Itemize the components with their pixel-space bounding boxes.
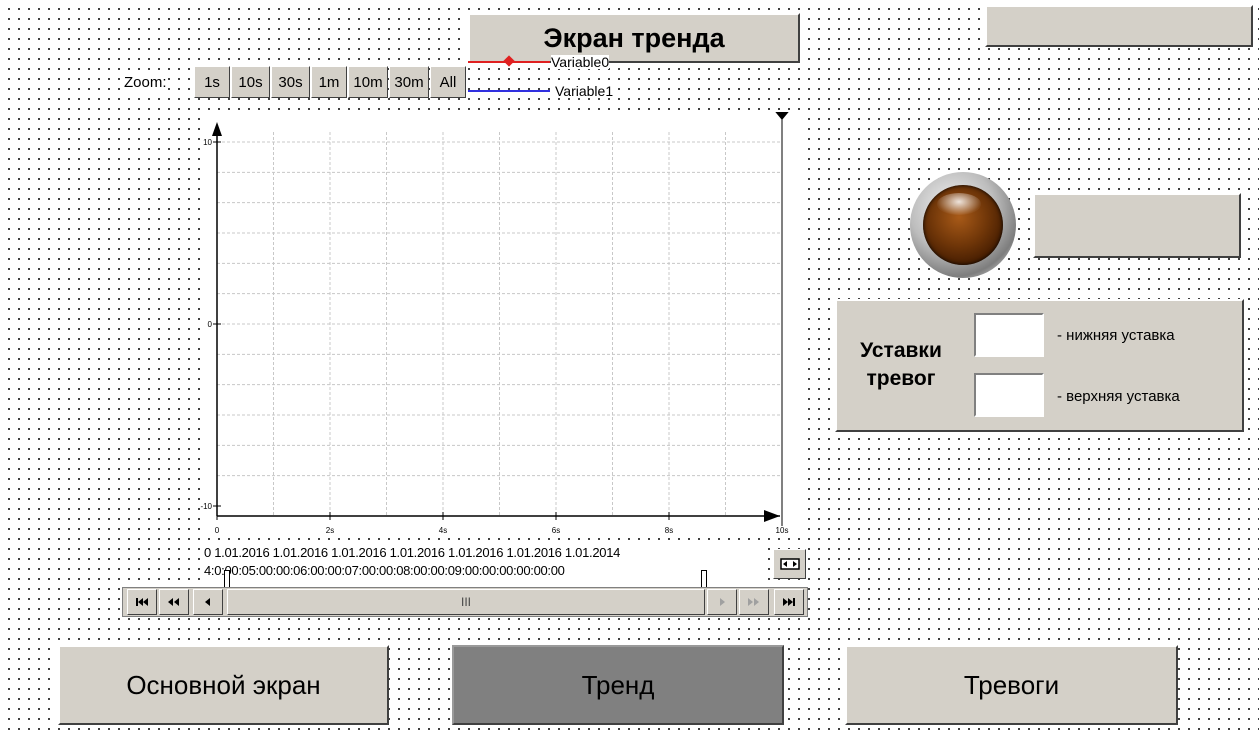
upper-setpoint-field[interactable] [974, 373, 1044, 417]
step-forward-icon[interactable] [707, 589, 737, 615]
alarms-button[interactable]: Тревоги [845, 645, 1178, 725]
zoom-10s-button[interactable]: 10s [231, 66, 270, 98]
alarm-setpoints-panel: Уставки тревог - нижняя уставка - верхня… [835, 299, 1244, 432]
alarm-setpoints-title: Уставки тревог [843, 337, 959, 393]
zoom-1s-button[interactable]: 1s [194, 66, 230, 98]
legend-label-variable0: Variable0 [551, 54, 610, 70]
zoom-10m-button[interactable]: 10m [348, 66, 388, 98]
trend-chart-area[interactable]: 10 0 -10 0 2s 4s 6s 8s 10s [200, 112, 805, 534]
x-axis-arrow-icon [764, 510, 780, 522]
x-tick-label: 4s [439, 526, 447, 534]
time-axis-row-times: 4:0:00:05:00:00:06:00:00:07:00:00:08:00:… [204, 563, 565, 578]
y-tick-label: -10 [200, 502, 212, 511]
trend-button[interactable]: Тренд [452, 645, 784, 725]
time-cursor-marker-icon [775, 112, 789, 120]
zoom-1m-button[interactable]: 1m [311, 66, 347, 98]
fast-forward-icon[interactable] [739, 589, 769, 615]
x-tick-label: 2s [326, 526, 334, 534]
time-axis-labels: 0 1.01.2016 1.01.2016 1.01.2016 1.01.201… [204, 545, 764, 581]
skip-to-start-icon[interactable] [127, 589, 157, 615]
y-axis-arrow-icon [212, 122, 222, 136]
fit-range-button[interactable] [773, 549, 806, 579]
lower-setpoint-label: - нижняя уставка [1057, 327, 1175, 344]
time-scrollbar[interactable]: III [122, 587, 808, 617]
screen-title-button[interactable]: Экран тренда [468, 13, 800, 63]
x-tick-label: 8s [665, 526, 673, 534]
zoom-label: Zoom: [124, 74, 167, 91]
x-tick-label: 6s [552, 526, 560, 534]
skip-to-end-icon[interactable] [774, 589, 804, 615]
lamp-shine [937, 193, 981, 215]
status-lamp-icon [910, 172, 1016, 278]
indicator-button[interactable] [1033, 193, 1241, 258]
step-back-icon[interactable] [193, 589, 223, 615]
fit-range-icon [779, 558, 800, 570]
zoom-30m-button[interactable]: 30m [389, 66, 429, 98]
lamp-lens [923, 185, 1003, 265]
trend-chart: 10 0 -10 0 2s 4s 6s 8s 10s [200, 112, 789, 534]
alarm-title-line2: тревог [866, 367, 936, 390]
time-axis-row-dates: 0 1.01.2016 1.01.2016 1.01.2016 1.01.201… [204, 545, 621, 560]
fast-rewind-icon[interactable] [159, 589, 189, 615]
x-tick-label: 10s [776, 526, 789, 534]
main-screen-button[interactable]: Основной экран [58, 645, 389, 725]
alarm-title-line1: Уставки [860, 339, 942, 362]
lower-setpoint-field[interactable] [974, 313, 1044, 357]
upper-setpoint-label: - верхняя уставка [1057, 388, 1180, 405]
y-tick-label: 0 [208, 320, 213, 329]
x-tick-label: 0 [215, 526, 220, 534]
legend-label-variable1: Variable1 [555, 83, 614, 99]
top-right-button[interactable] [985, 5, 1253, 47]
zoom-30s-button[interactable]: 30s [271, 66, 310, 98]
legend-line-variable1 [468, 90, 550, 92]
y-tick-label: 10 [203, 138, 212, 147]
scrollbar-thumb[interactable]: III [227, 589, 705, 615]
zoom-all-button[interactable]: All [430, 66, 466, 98]
